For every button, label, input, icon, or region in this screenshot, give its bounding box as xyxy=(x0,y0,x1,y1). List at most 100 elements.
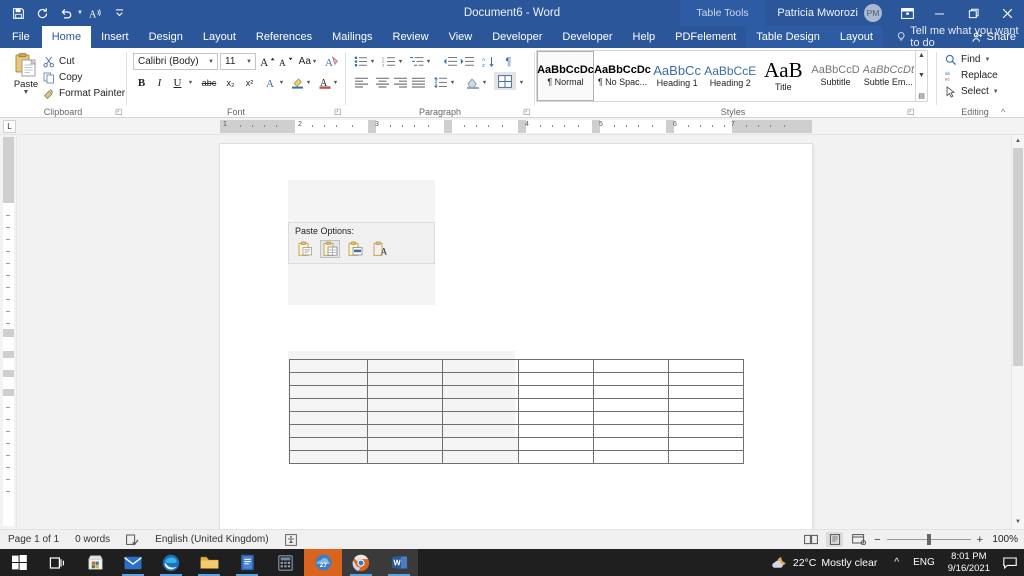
replace-button[interactable]: ab ac Replace xyxy=(944,68,998,83)
table-cell[interactable] xyxy=(367,372,443,386)
paste-button[interactable]: Paste ▼ xyxy=(8,51,44,105)
table-cell[interactable] xyxy=(518,437,594,451)
borders-icon[interactable] xyxy=(494,72,516,90)
style-subtitle[interactable]: AaBbCcD Subtitle xyxy=(809,51,861,101)
table-cell[interactable] xyxy=(442,359,519,373)
taskbar-weather-widget[interactable]: 22°C Mostly clear xyxy=(771,556,887,570)
show-formatting-marks-icon[interactable]: ¶ xyxy=(500,53,517,70)
vruler-row-marker[interactable] xyxy=(3,351,14,358)
ruler-cell-marker[interactable] xyxy=(444,120,452,133)
shading-dropdown-icon[interactable]: ▼ xyxy=(479,74,489,91)
ribbon-tab-review[interactable]: Review xyxy=(383,26,439,48)
table-cell[interactable] xyxy=(367,359,443,373)
keep-text-only-icon[interactable]: A xyxy=(370,240,390,258)
ribbon-tab-table-design[interactable]: Table Design xyxy=(746,26,830,48)
zoom-slider[interactable]: − + xyxy=(874,534,983,546)
zoom-track[interactable] xyxy=(886,534,971,545)
task-view-icon[interactable] xyxy=(38,549,76,576)
table-cell[interactable] xyxy=(289,372,368,386)
table-cell[interactable] xyxy=(367,437,443,451)
weather-app-icon[interactable]: 27 xyxy=(304,549,342,576)
mail-icon[interactable] xyxy=(114,549,152,576)
styles-gallery[interactable]: AaBbCcDc ¶ Normal AaBbCcDc ¶ No Spac... … xyxy=(536,50,916,102)
ribbon-tab-layout[interactable]: Layout xyxy=(193,26,246,48)
document-canvas[interactable]: Paste Options: A ▲ ▼ xyxy=(17,135,1024,529)
table-row[interactable] xyxy=(289,424,744,438)
minimize-button[interactable] xyxy=(922,0,956,26)
bold-button[interactable]: B xyxy=(133,74,150,91)
table-cell[interactable] xyxy=(668,424,744,438)
shrink-font-icon[interactable]: A xyxy=(277,53,294,70)
clear-formatting-icon[interactable]: A xyxy=(323,53,340,70)
avatar[interactable]: PM xyxy=(864,4,882,22)
web-layout-view-icon[interactable] xyxy=(850,532,867,547)
subscript-button[interactable]: x₂ xyxy=(222,74,239,91)
table-cell[interactable] xyxy=(289,385,368,399)
ribbon-tab-developer-2[interactable]: Developer xyxy=(552,26,622,48)
microsoft-store-icon[interactable] xyxy=(76,549,114,576)
styles-gallery-scrollbar[interactable]: ▲ ▼ ▤ xyxy=(916,50,928,102)
underline-dropdown-icon[interactable]: ▼ xyxy=(185,74,195,91)
table-cell[interactable] xyxy=(593,411,669,425)
multilevel-dropdown-icon[interactable]: ▼ xyxy=(423,53,433,70)
table-cell[interactable] xyxy=(593,450,669,464)
line-spacing-dropdown-icon[interactable]: ▼ xyxy=(447,74,457,91)
table-row[interactable] xyxy=(289,450,744,464)
numbering-dropdown-icon[interactable]: ▼ xyxy=(395,53,405,70)
clock[interactable]: 8:01 PM 9/16/2021 xyxy=(942,551,996,575)
find-button[interactable]: Find ▼ xyxy=(944,52,990,67)
table-cell[interactable] xyxy=(367,398,443,412)
vruler-row-marker[interactable] xyxy=(3,329,14,337)
microsoft-word-icon[interactable] xyxy=(380,549,418,576)
collapse-ribbon-icon[interactable]: ^ xyxy=(1001,108,1010,117)
format-painter-button[interactable]: Format Painter xyxy=(42,86,125,101)
zoom-out-button[interactable]: − xyxy=(874,534,880,546)
calculator-icon[interactable] xyxy=(266,549,304,576)
table-cell[interactable] xyxy=(442,424,519,438)
table-row[interactable] xyxy=(289,437,744,451)
style-heading-1[interactable]: AaBbCc Heading 1 xyxy=(651,51,703,101)
clipboard-dialog-launcher-icon[interactable]: ◰ xyxy=(115,107,124,116)
ribbon-display-options-icon[interactable] xyxy=(892,0,922,26)
table-cell[interactable] xyxy=(442,372,519,386)
copy-button[interactable]: Copy xyxy=(42,70,82,85)
table-cell[interactable] xyxy=(668,385,744,399)
accessibility-checker-icon[interactable] xyxy=(277,533,305,546)
share-button[interactable]: Share xyxy=(972,26,1016,48)
center-button[interactable] xyxy=(374,74,391,91)
highlight-dropdown-icon[interactable]: ▼ xyxy=(303,74,313,91)
language-indicator-tray[interactable]: ENG xyxy=(906,557,942,568)
increase-indent-icon[interactable] xyxy=(458,53,475,70)
text-effects-dropdown-icon[interactable]: ▼ xyxy=(276,74,286,91)
ribbon-tab-home[interactable]: Home xyxy=(41,26,92,48)
ribbon-tab-references[interactable]: References xyxy=(246,26,322,48)
table-row[interactable] xyxy=(289,372,744,386)
paste-options-flyout[interactable]: Paste Options: A xyxy=(288,222,435,264)
table-cell[interactable] xyxy=(593,437,669,451)
account-name[interactable]: Patricia Mworozi xyxy=(777,7,864,19)
table-cell[interactable] xyxy=(593,359,669,373)
font-color-dropdown-icon[interactable]: ▼ xyxy=(330,74,340,91)
undo-dropdown-icon[interactable]: ▼ xyxy=(77,10,83,16)
style-normal[interactable]: AaBbCcDc ¶ Normal xyxy=(537,51,594,101)
microsoft-edge-icon[interactable] xyxy=(152,549,190,576)
table-cell[interactable] xyxy=(668,372,744,386)
undo-icon[interactable] xyxy=(55,3,77,23)
table-cell[interactable] xyxy=(442,437,519,451)
table-cell[interactable] xyxy=(289,398,368,412)
vertical-ruler[interactable] xyxy=(0,135,17,529)
table-cell[interactable] xyxy=(289,359,368,373)
style-no-spacing[interactable]: AaBbCcDc ¶ No Spac... xyxy=(594,51,651,101)
file-explorer-icon[interactable] xyxy=(190,549,228,576)
justify-button[interactable] xyxy=(410,74,427,91)
notification-center-icon[interactable] xyxy=(996,556,1024,569)
scrollbar-thumb[interactable] xyxy=(1013,148,1023,366)
keep-source-formatting-icon[interactable] xyxy=(295,240,315,258)
scroll-up-icon[interactable]: ▲ xyxy=(1012,135,1024,148)
style-subtle-emphasis[interactable]: AaBbCcDt Subtle Em... xyxy=(862,51,915,101)
table-row[interactable] xyxy=(289,385,744,399)
borders-dropdown-icon[interactable]: ▼ xyxy=(516,74,526,91)
ribbon-tab-design[interactable]: Design xyxy=(139,26,193,48)
ribbon-tab-help[interactable]: Help xyxy=(623,26,666,48)
ribbon-tab-table-layout[interactable]: Layout xyxy=(829,26,883,48)
